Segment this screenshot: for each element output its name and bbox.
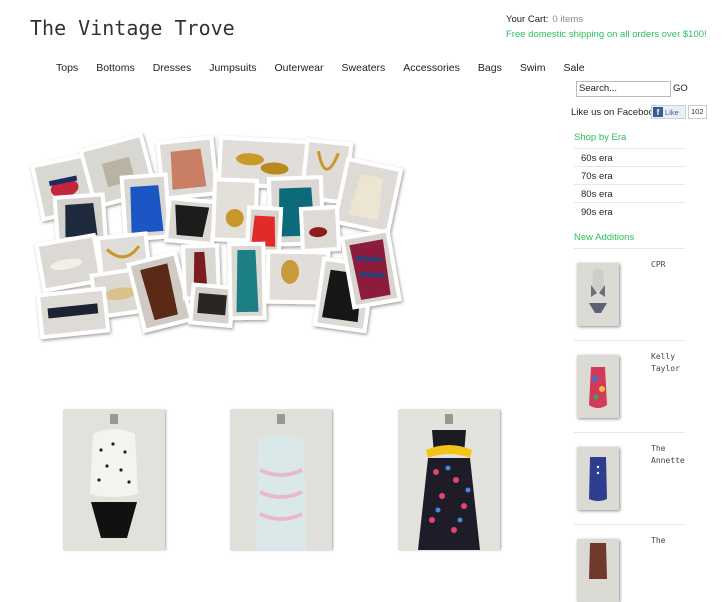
facebook-like-text: Like (665, 107, 679, 117)
new-additions-heading: New Additions (574, 232, 635, 243)
new-item-thumbnail[interactable] (577, 355, 619, 418)
divider (574, 432, 685, 433)
facebook-like-button[interactable]: f Like (651, 105, 686, 119)
shipping-note: Free domestic shipping on all orders ove… (506, 29, 707, 40)
new-item-name[interactable]: Kelly Taylor (651, 351, 680, 375)
cart-summary[interactable]: Your Cart: 0 items (506, 14, 583, 25)
new-item-name[interactable]: The (651, 535, 665, 547)
shop-by-era-heading: Shop by Era (574, 132, 627, 143)
product-card-image[interactable] (398, 410, 500, 550)
product-card-image[interactable] (230, 410, 332, 550)
new-item-thumbnail[interactable] (577, 539, 619, 602)
new-item-thumbnail[interactable] (577, 447, 619, 510)
hero-collage-image[interactable] (0, 0, 420, 360)
era-70s-link[interactable]: 70s era (581, 171, 613, 182)
era-90s-link[interactable]: 90s era (581, 207, 613, 218)
divider (574, 148, 685, 149)
new-item-thumbnail[interactable] (577, 263, 619, 326)
divider (574, 340, 685, 341)
new-item-name[interactable]: The Annette (651, 443, 685, 467)
divider (574, 524, 685, 525)
facebook-icon: f (653, 107, 663, 117)
nav-sale[interactable]: Sale (564, 62, 585, 74)
cart-count[interactable]: 0 items (552, 14, 583, 25)
divider (574, 184, 685, 185)
divider (574, 166, 685, 167)
search-go-button[interactable]: GO (673, 83, 688, 94)
cart-label: Your Cart: (506, 14, 549, 25)
era-80s-link[interactable]: 80s era (581, 189, 613, 200)
era-60s-link[interactable]: 60s era (581, 153, 613, 164)
new-item-name[interactable]: CPR (651, 259, 665, 271)
facebook-like-label: Like us on Facebook (571, 107, 659, 118)
divider (574, 202, 685, 203)
facebook-like-count: 102 (688, 105, 707, 119)
nav-bags[interactable]: Bags (478, 62, 502, 74)
divider (574, 248, 685, 249)
product-card-image[interactable] (63, 410, 165, 550)
search-input[interactable] (576, 81, 671, 97)
nav-swim[interactable]: Swim (520, 62, 546, 74)
